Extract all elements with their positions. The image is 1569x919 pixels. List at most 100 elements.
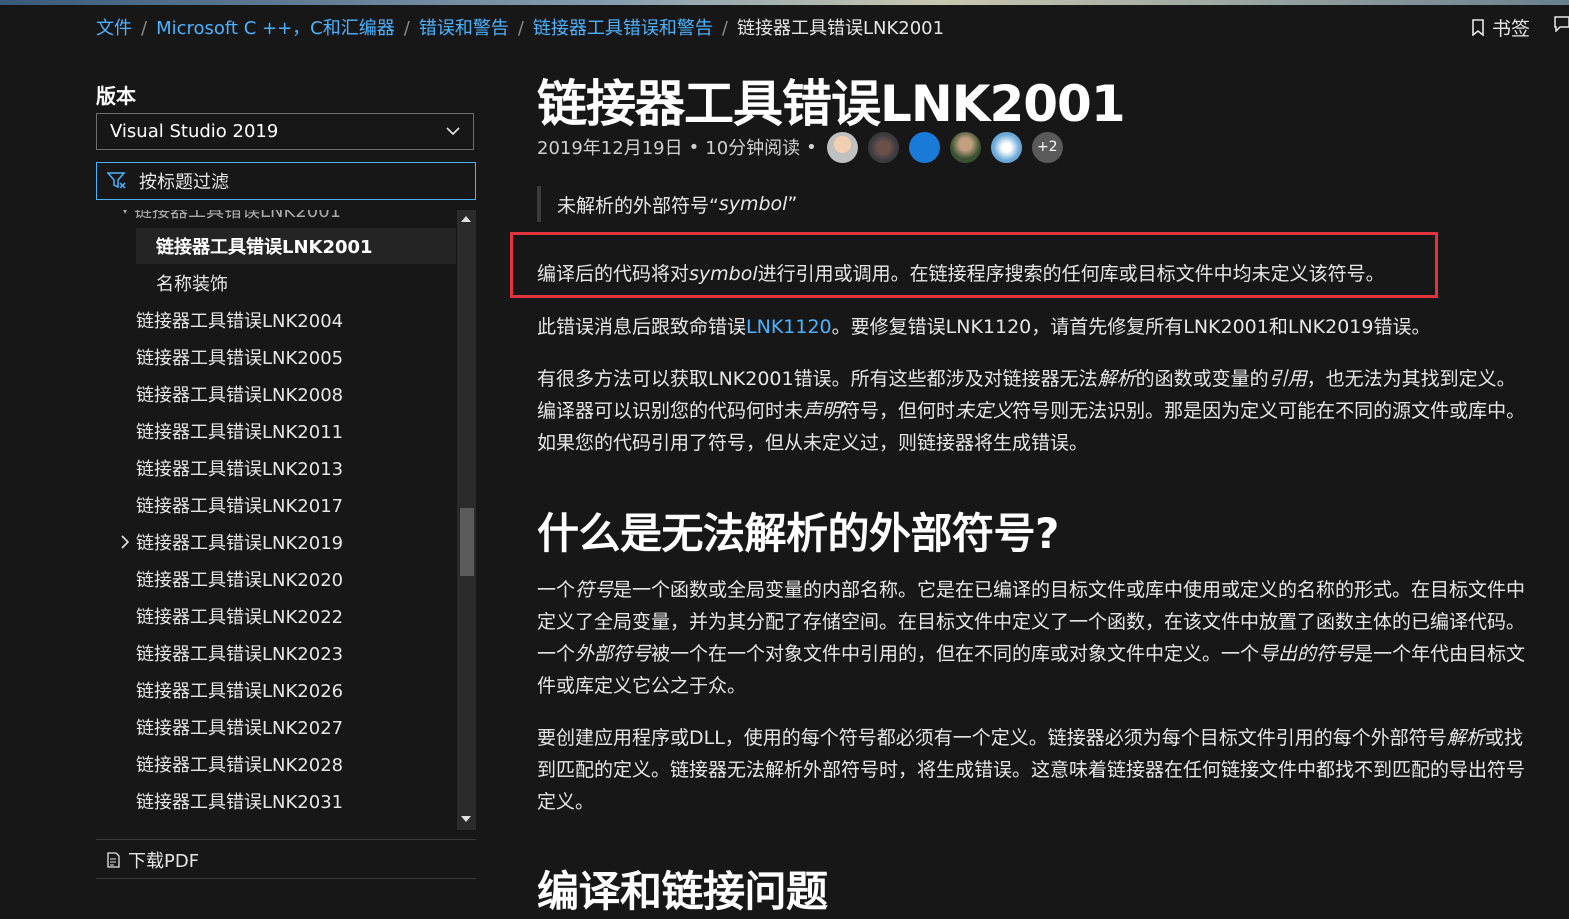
text: 未定义: [955, 400, 1013, 422]
scroll-down-arrow-icon[interactable]: [461, 816, 471, 822]
toc-item[interactable]: 链接器工具错误LNK2027: [136, 709, 343, 745]
paragraph: 有很多方法可以获取LNK2001错误。所有这些都涉及对链接器无法解析的函数或变量…: [537, 363, 1527, 459]
avatar[interactable]: [949, 131, 981, 163]
bookmark-button[interactable]: 书签: [1472, 14, 1530, 41]
quote-text: ”: [787, 193, 798, 215]
chevron-down-icon: [446, 127, 460, 136]
paragraph: 要创建应用程序或DLL，使用的每个符号都必须有一个定义。链接器必须为每个目标文件…: [537, 722, 1527, 818]
toc-item-active[interactable]: 链接器工具错误LNK2001: [136, 228, 456, 264]
toc-item[interactable]: 链接器工具错误LNK2023: [136, 635, 343, 671]
text: 声明: [803, 400, 842, 422]
breadcrumb-separator: /: [403, 18, 410, 39]
divider: [96, 839, 476, 840]
avatar[interactable]: [867, 131, 899, 163]
breadcrumb: 文件 / Microsoft C ++，C和汇编器 / 错误和警告 / 链接器工具错误和警告…: [96, 14, 944, 40]
breadcrumb-current: 链接器工具错误LNK2001: [736, 18, 945, 39]
filter-icon: [107, 172, 126, 189]
breadcrumb-separator: /: [721, 18, 728, 39]
toc-item-label: 名称装饰: [156, 274, 228, 295]
section-heading: 编译和链接问题: [537, 867, 828, 916]
toc-item[interactable]: 链接器工具错误LNK2013: [136, 450, 343, 486]
filter-input[interactable]: 按标题过滤: [96, 162, 476, 200]
toc-item[interactable]: 链接器工具错误LNK2004: [136, 302, 343, 338]
toc-item[interactable]: 链接器工具错误LNK2005: [136, 339, 343, 375]
chevron-down-icon: ▾: [122, 210, 129, 217]
avatar[interactable]: [826, 131, 858, 163]
text: 外部符号: [575, 643, 652, 665]
breadcrumb-item-errors[interactable]: 错误和警告: [419, 18, 509, 39]
feedback-icon[interactable]: [1554, 16, 1569, 36]
document-icon: [107, 852, 120, 868]
page-title: 链接器工具错误LNK2001: [537, 75, 1126, 133]
toc-item-label: 链接器工具错误LNK2011: [136, 422, 344, 443]
breadcrumb-separator: /: [141, 18, 148, 39]
quote-text: 未解析的外部符号“: [557, 194, 719, 217]
quote-symbol: symbol: [718, 193, 788, 215]
toc-item-label: 链接器工具错误LNK2001: [156, 237, 373, 258]
window-top-strip: [0, 0, 1569, 5]
article-date: 2019年12月19日: [537, 138, 683, 159]
text: 编译后的代码将对: [537, 263, 690, 285]
more-contributors-badge[interactable]: +2: [1031, 131, 1063, 163]
filter-placeholder: 按标题过滤: [139, 172, 229, 193]
toc-item[interactable]: 链接器工具错误LNK2028: [136, 746, 343, 782]
toc-item[interactable]: 链接器工具错误LNK2020: [136, 561, 343, 597]
section-heading: 什么是无法解析的外部符号?: [537, 509, 1059, 558]
paragraph: 一个符号是一个函数或全局变量的内部名称。它是在已编译的目标文件或库中使用或定义的…: [537, 574, 1527, 702]
toc-item-label: 链接器工具错误LNK2004: [136, 311, 344, 332]
avatar[interactable]: [908, 131, 940, 163]
toc-item-label: 链接器工具错误LNK2026: [136, 681, 344, 702]
bookmark-icon: [1472, 19, 1484, 36]
text: 导出的符号: [1259, 643, 1355, 665]
breadcrumb-item-cpp[interactable]: Microsoft C ++，C和汇编器: [156, 18, 395, 39]
toc-item-expandable[interactable]: 链接器工具错误LNK2019: [120, 524, 343, 560]
paragraph: 编译后的代码将对symbol进行引用或调用。在链接程序搜索的任何库或目标文件中均…: [537, 258, 1527, 290]
toc-item-label: 链接器工具错误LNK2031: [136, 792, 344, 813]
toc-item[interactable]: 链接器工具错误LNK2011: [136, 413, 343, 449]
text: 引用: [1268, 368, 1307, 390]
version-label: 版本: [96, 84, 136, 108]
text: 要创建应用程序或DLL，使用的每个符号都必须有一个定义。链接器必须为每个目标文件…: [537, 727, 1447, 749]
scroll-up-arrow-icon[interactable]: [461, 216, 471, 222]
breadcrumb-item-linker-errors[interactable]: 链接器工具错误和警告: [533, 18, 713, 39]
read-time: 10分钟阅读: [705, 138, 801, 159]
toc-item[interactable]: 链接器工具错误LNK2022: [136, 598, 343, 634]
text: 。要修复错误LNK1120，请首先修复所有LNK2001和LNK2019错误。: [831, 316, 1431, 338]
toc-item[interactable]: 名称装饰: [156, 265, 228, 301]
text: 符号，但何时: [841, 400, 956, 422]
chevron-right-icon: [121, 535, 130, 549]
meta-separator: •: [806, 136, 817, 158]
text: 此错误消息后跟致命错误: [537, 316, 747, 338]
toc-scrollbar[interactable]: [457, 210, 476, 830]
toc-item-label: 链接器工具错误LNK2027: [136, 718, 344, 739]
toc-item[interactable]: 链接器工具错误LNK2017: [136, 487, 343, 523]
toc-item-parent[interactable]: ▾ 链接器工具错误LNK2001: [122, 210, 341, 228]
lnk1120-link[interactable]: LNK1120: [746, 316, 832, 338]
toc-item-label: 链接器工具错误LNK2022: [136, 607, 344, 628]
text: 一个: [537, 579, 576, 601]
download-pdf-label: 下载PDF: [128, 851, 200, 872]
toc-item[interactable]: 链接器工具错误LNK2008: [136, 376, 343, 412]
breadcrumb-item-docs[interactable]: 文件: [96, 18, 132, 39]
download-pdf-link[interactable]: 下载PDF: [106, 847, 199, 873]
text: 进行引用或调用。在链接程序搜索的任何库或目标文件中均未定义该符号。: [757, 263, 1385, 285]
toc-item[interactable]: 链接器工具错误LNK2031: [136, 783, 343, 819]
paragraph: 此错误消息后跟致命错误LNK1120。要修复错误LNK1120，请首先修复所有L…: [537, 311, 1527, 343]
error-quote: 未解析的外部符号“ symbol ”: [537, 186, 797, 222]
toc-item-label: 链接器工具错误LNK2023: [136, 644, 344, 665]
divider: [96, 878, 476, 879]
bookmark-label: 书签: [1492, 18, 1531, 40]
scroll-thumb[interactable]: [460, 508, 474, 576]
toc-item[interactable]: 链接器工具错误LNK2026: [136, 672, 343, 708]
avatar[interactable]: [990, 131, 1022, 163]
toc-item-label: 链接器工具错误LNK2005: [136, 348, 344, 369]
toc-item-label: 链接器工具错误LNK2001: [134, 210, 342, 222]
toc-item-label: 链接器工具错误LNK2020: [136, 570, 344, 591]
text: 解析: [1097, 368, 1136, 390]
text: 的函数或变量的: [1135, 368, 1269, 390]
toc-item-label: 链接器工具错误LNK2019: [136, 533, 344, 554]
version-value: Visual Studio 2019: [110, 121, 279, 142]
version-select[interactable]: Visual Studio 2019: [96, 113, 474, 150]
meta-separator: •: [688, 136, 700, 158]
breadcrumb-separator: /: [517, 18, 524, 39]
